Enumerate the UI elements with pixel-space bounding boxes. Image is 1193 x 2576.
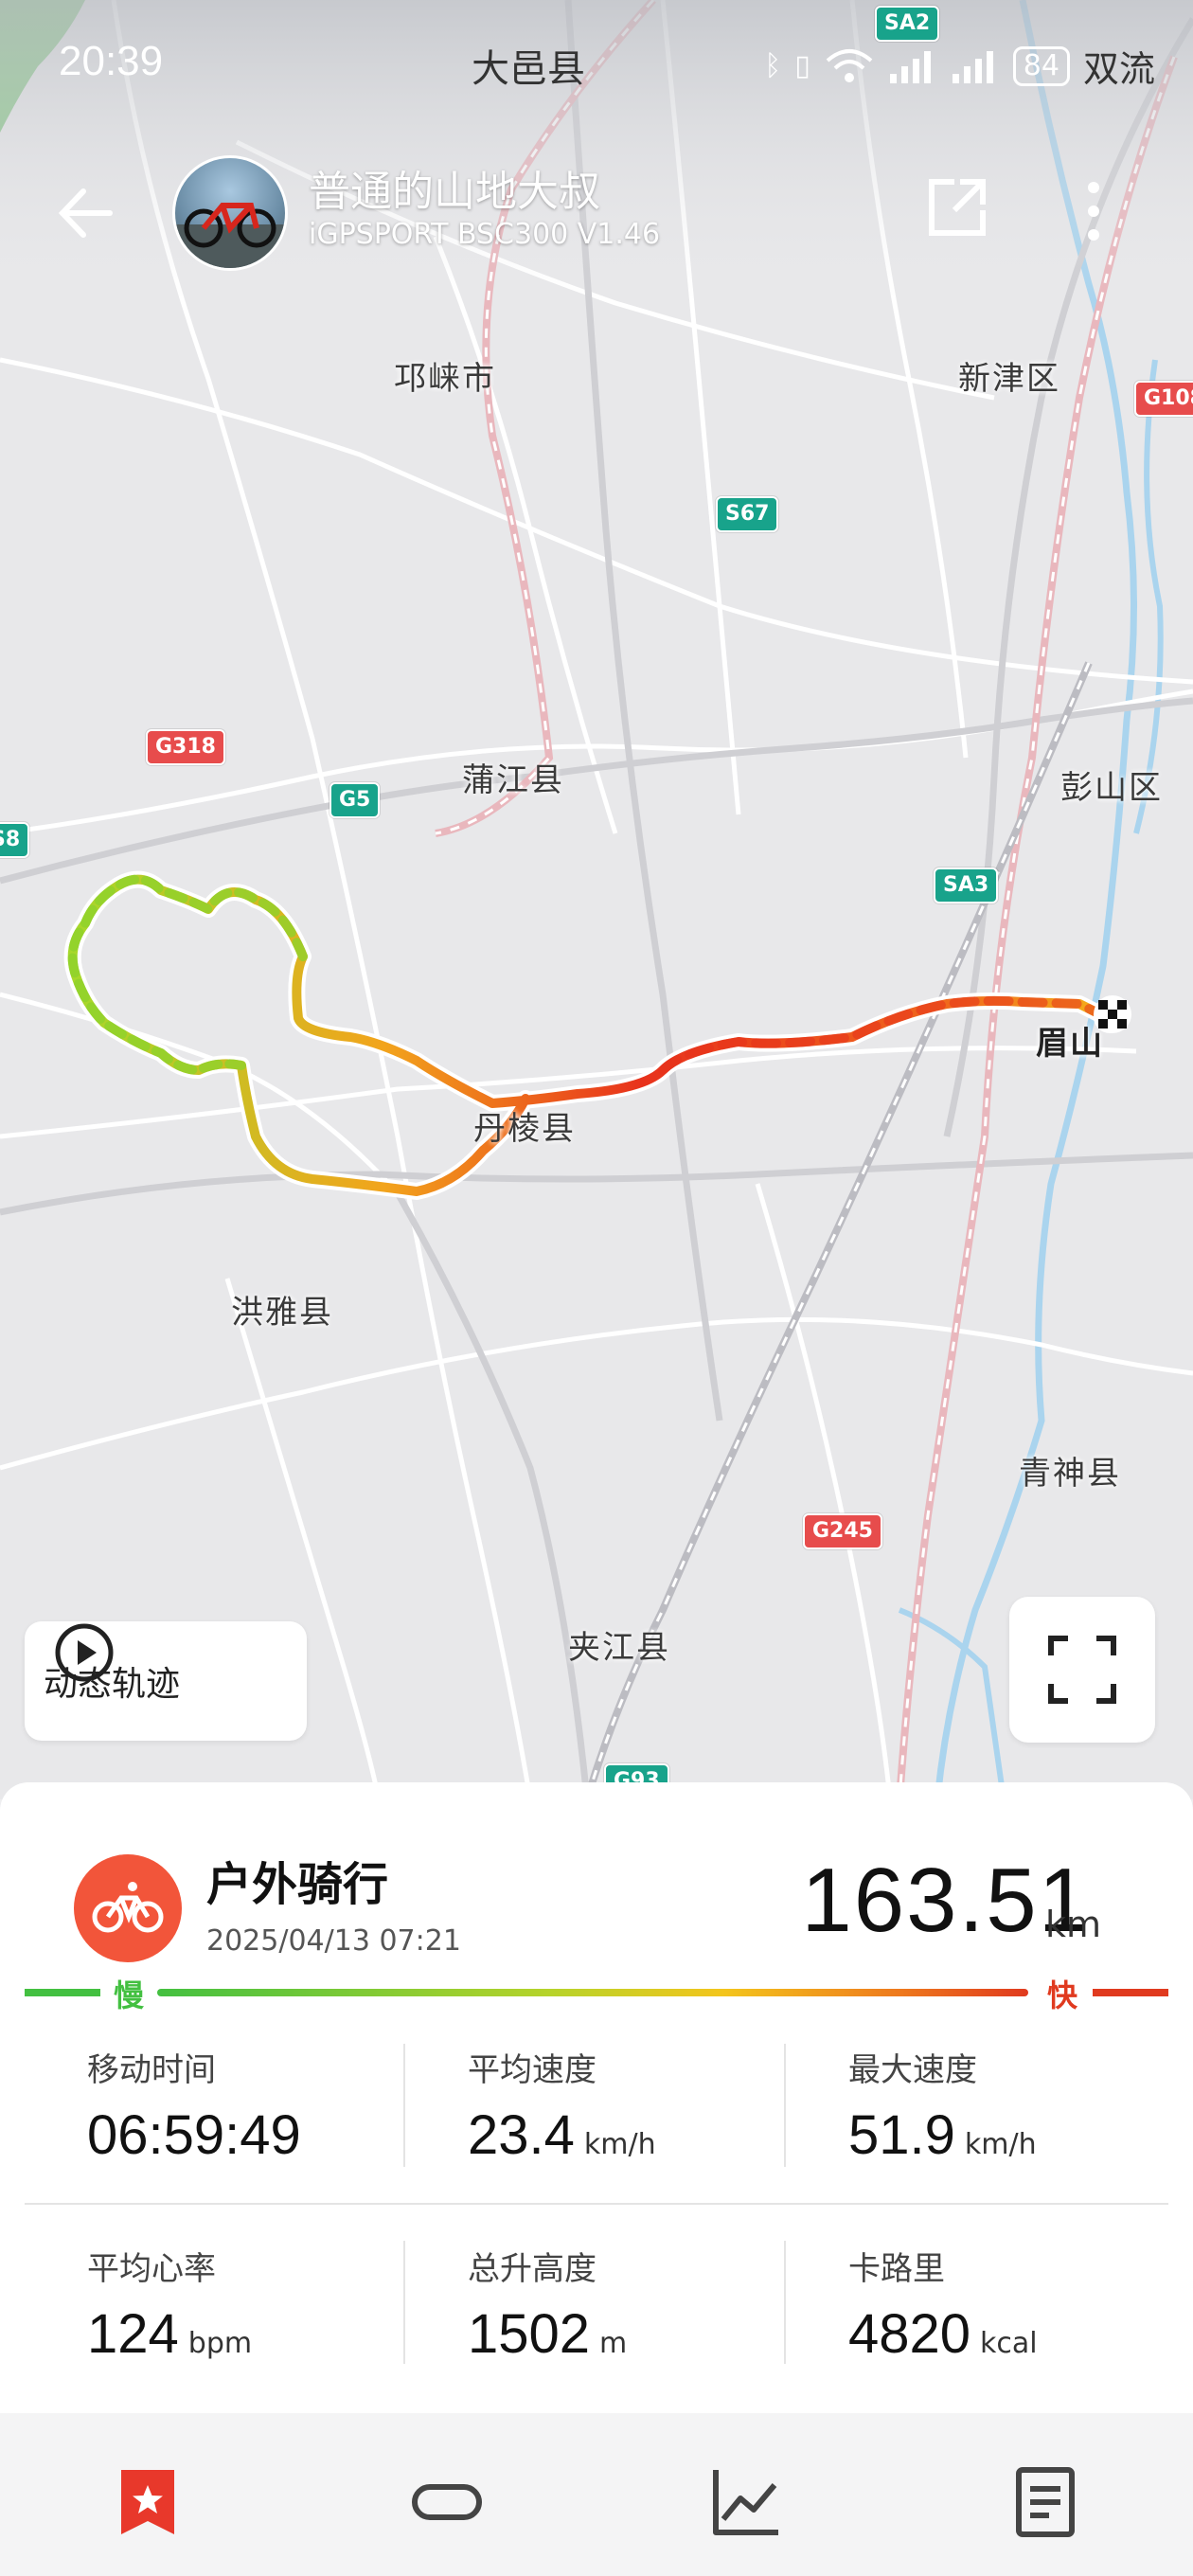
place-name: 眉山 <box>1036 1025 1104 1063</box>
status-edge-text: 双流 <box>1082 48 1155 90</box>
stat-moving-time: 移动时间 06:59:49 <box>87 2044 428 2167</box>
bottom-tab-bar <box>0 2413 1193 2576</box>
stat-max-speed: 最大速度 51.9 km/h <box>848 2044 1189 2167</box>
place-name: 邛崃市 <box>394 360 496 398</box>
divider <box>25 2203 1168 2205</box>
road-shield: SA3 <box>934 868 999 903</box>
place-name: 青神县 <box>1019 1455 1121 1493</box>
place-name: 洪雅县 <box>231 1294 333 1332</box>
status-bar: 20:39 大邑县 ᛒ ▯ 84 双流 <box>0 0 1193 133</box>
stat-elevation-gain: 总升高度 1502 m <box>468 2243 809 2366</box>
stat-calories: 卡路里 4820 kcal <box>848 2243 1189 2366</box>
stat-label: 平均心率 <box>87 2250 216 2288</box>
status-time: 20:39 <box>59 38 164 84</box>
bluetooth-icon: ᛒ <box>764 49 782 82</box>
dynamic-track-button[interactable]: 动态轨迹 <box>25 1621 307 1741</box>
fullscreen-button[interactable] <box>1009 1597 1155 1743</box>
status-city: 大邑县 <box>472 47 585 91</box>
stat-unit: km/h <box>964 2128 1037 2161</box>
avatar[interactable] <box>172 155 288 271</box>
status-icons: ᛒ ▯ 84 双流 <box>764 40 1155 92</box>
stat-avg-speed: 平均速度 23.4 km/h <box>468 2044 809 2167</box>
star-icon[interactable] <box>110 2464 186 2540</box>
divider <box>403 2044 405 2167</box>
stat-value: 51.9 <box>848 2104 955 2166</box>
bicycle-photo-icon <box>175 203 285 268</box>
signal-icon <box>889 50 931 83</box>
stat-value: 124 <box>87 2303 179 2365</box>
distance-unit: km <box>1045 1904 1102 1945</box>
stat-value: 23.4 <box>468 2104 575 2166</box>
speed-scale-bar <box>157 1989 1028 1996</box>
speed-scale-right <box>1093 1989 1168 1996</box>
route-track <box>63 870 1116 1200</box>
speed-fast-label: 快 <box>1047 1977 1078 2013</box>
device-icon[interactable] <box>409 2464 485 2540</box>
more-icon[interactable] <box>1079 178 1108 244</box>
back-arrow-icon[interactable] <box>53 180 119 246</box>
place-name: 彭山区 <box>1060 769 1163 807</box>
header: 普通的山地大叔 iGPSPORT BSC300 V1.46 <box>0 142 1193 275</box>
divider <box>403 2241 405 2364</box>
share-icon[interactable] <box>926 176 988 239</box>
road-shield: G245 <box>803 1513 882 1549</box>
vibrate-icon: ▯ <box>794 49 810 82</box>
divider <box>784 2044 786 2167</box>
stat-unit: km/h <box>583 2128 656 2161</box>
road-shield: G108 <box>1134 381 1193 417</box>
activity-type: 户外骑行 <box>206 1858 389 1911</box>
place-name: 新津区 <box>958 360 1060 398</box>
device-name: iGPSPORT BSC300 V1.46 <box>309 218 661 251</box>
document-icon[interactable] <box>1007 2464 1083 2540</box>
stat-value: 4820 <box>848 2303 971 2365</box>
activity-datetime: 2025/04/13 07:21 <box>206 1924 461 1958</box>
stat-label: 卡路里 <box>848 2250 945 2288</box>
stat-value: 1502 <box>468 2303 591 2365</box>
stat-value: 06:59:49 <box>87 2104 301 2166</box>
place-name: 夹江县 <box>568 1629 670 1667</box>
stat-unit: kcal <box>980 2327 1038 2360</box>
play-icon <box>55 1623 114 1682</box>
stat-label: 平均速度 <box>468 2051 596 2089</box>
battery-indicator: 84 <box>1012 45 1070 86</box>
cycling-icon <box>92 1882 164 1933</box>
signal-icon <box>952 50 993 83</box>
divider <box>784 2241 786 2364</box>
wifi-icon <box>826 48 873 82</box>
place-name: 丹棱县 <box>473 1110 576 1148</box>
stat-avg-heart-rate: 平均心率 124 bpm <box>87 2243 428 2366</box>
road-shield: S8 <box>0 822 30 858</box>
activity-summary-card: 户外骑行 2025/04/13 07:21 163.51 km 慢 快 移动时间… <box>0 1782 1193 2417</box>
fullscreen-icon <box>1048 1636 1116 1704</box>
speed-scale-left <box>25 1989 100 1996</box>
stat-label: 最大速度 <box>848 2051 977 2089</box>
chart-icon[interactable] <box>708 2464 784 2540</box>
sport-icon-badge <box>74 1854 182 1962</box>
stat-unit: bpm <box>187 2327 253 2360</box>
stat-label: 移动时间 <box>87 2051 216 2089</box>
road-shield: G318 <box>146 729 225 765</box>
user-name: 普通的山地大叔 <box>309 168 600 216</box>
stat-label: 总升高度 <box>468 2250 596 2288</box>
speed-slow-label: 慢 <box>114 1977 145 2013</box>
road-shield: G5 <box>329 782 381 818</box>
stat-unit: m <box>599 2327 628 2360</box>
place-name: 蒲江县 <box>462 761 564 799</box>
road-shield: S67 <box>716 496 779 532</box>
